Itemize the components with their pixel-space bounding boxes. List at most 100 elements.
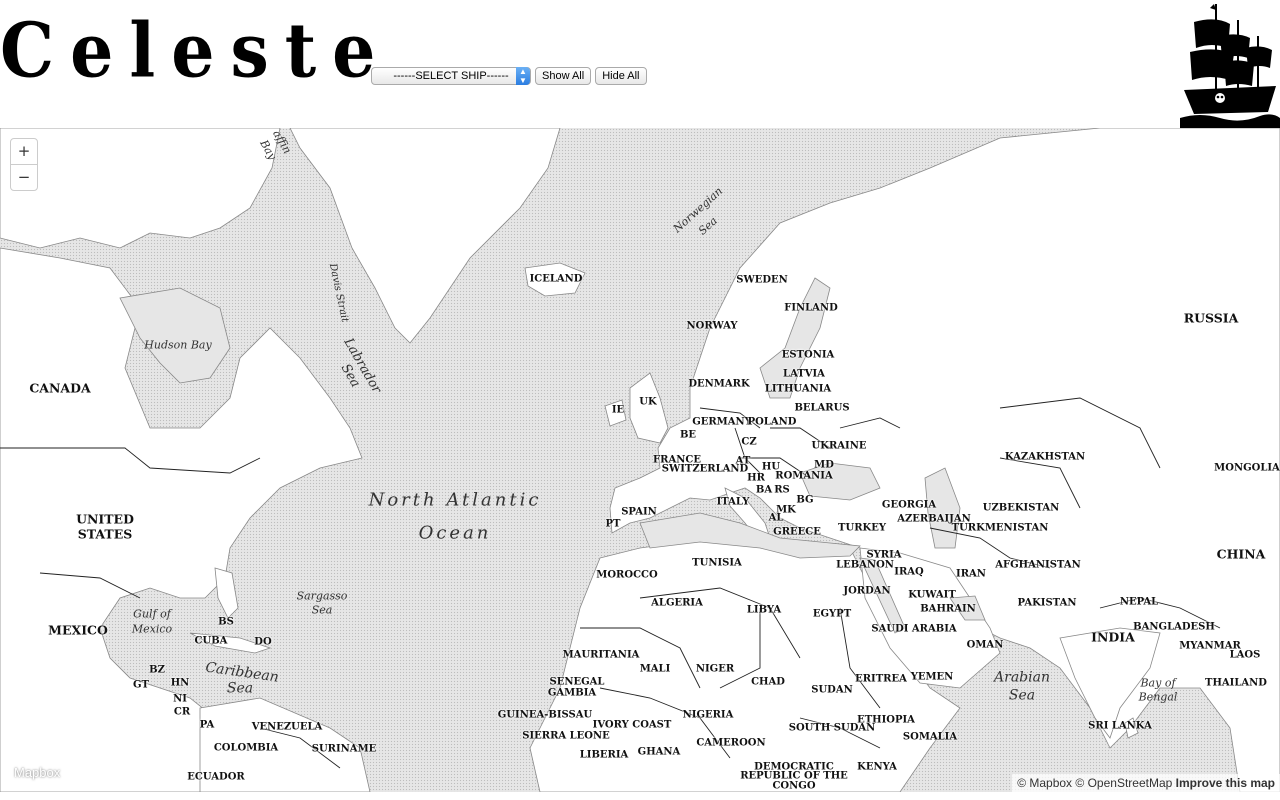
label-bay-of-bengal-1: Bay of: [1140, 676, 1176, 690]
label-kuwait: KUWAIT: [908, 589, 956, 601]
label-kazakhstan: KAZAKHSTAN: [1004, 451, 1086, 463]
label-denmark: DENMARK: [688, 378, 750, 390]
label-lebanon: LEBANON: [836, 559, 894, 571]
label-estonia: ESTONIA: [781, 349, 835, 361]
label-egypt: EGYPT: [812, 608, 852, 620]
label-sierra-leone: SIERRA LEONE: [522, 730, 610, 742]
label-cr: CR: [173, 706, 191, 718]
label-gulf-of-mexico-1: Gulf of: [133, 607, 171, 621]
label-greece: GREECE: [773, 526, 821, 538]
label-jordan: JORDAN: [843, 585, 891, 597]
label-ghana: GHANA: [637, 746, 681, 758]
label-sudan: SUDAN: [811, 684, 853, 696]
label-hn: HN: [170, 677, 190, 689]
label-niger: NIGER: [695, 663, 735, 675]
label-morocco: MOROCCO: [596, 569, 658, 581]
ship-select-value: ------SELECT SHIP------: [393, 70, 509, 82]
label-lithuania: LITHUANIA: [764, 383, 832, 395]
label-georgia: GEORGIA: [881, 499, 937, 511]
select-arrows-icon: ▲ ▼: [516, 67, 530, 85]
label-venezuela: VENEZUELA: [251, 721, 323, 733]
label-united-states-2: STATES: [77, 526, 133, 542]
label-bz: BZ: [149, 664, 165, 676]
pirate-ship-icon: [1180, 4, 1280, 128]
label-yemen: YEMEN: [910, 671, 954, 683]
improve-map-link[interactable]: Improve this map: [1176, 776, 1275, 790]
label-sweden: SWEDEN: [736, 274, 788, 286]
label-mexico: MEXICO: [48, 622, 108, 638]
label-saudi-arabia: SAUDI ARABIA: [871, 623, 957, 635]
label-ba: BA: [755, 484, 773, 496]
label-gambia: GAMBIA: [547, 687, 597, 699]
label-liberia: LIBERIA: [579, 749, 629, 761]
zoom-in-button[interactable]: +: [11, 139, 37, 165]
label-algeria: ALGERIA: [651, 597, 703, 609]
label-mongolia: MONGOLIA: [1214, 462, 1280, 474]
osm-attribution-link[interactable]: © OpenStreetMap: [1075, 776, 1172, 790]
label-italy: ITALY: [716, 496, 750, 508]
label-china: CHINA: [1216, 546, 1266, 562]
label-turkey: TURKEY: [838, 522, 886, 534]
label-gulf-of-mexico-2: Mexico: [131, 622, 173, 636]
label-colombia: COLOMBIA: [213, 742, 279, 754]
ship-select[interactable]: ------SELECT SHIP------ ▲ ▼: [371, 67, 531, 85]
label-chad: CHAD: [751, 676, 785, 688]
label-thailand: THAILAND: [1205, 677, 1267, 689]
label-iran: IRAN: [956, 568, 986, 580]
label-bay-of-bengal-2: Bengal: [1138, 690, 1178, 704]
label-germany: GERMANY: [692, 416, 752, 428]
label-bs: BS: [218, 616, 234, 628]
mapbox-attribution-link[interactable]: © Mapbox: [1017, 776, 1072, 790]
zoom-control: + −: [10, 138, 38, 191]
label-arabian-sea-1: Arabian: [994, 669, 1050, 686]
label-ie: IE: [611, 404, 625, 416]
label-pa: PA: [199, 719, 215, 731]
label-arabian-sea-2: Sea: [1008, 687, 1036, 704]
label-laos: LAOS: [1229, 649, 1261, 661]
label-nigeria: NIGERIA: [682, 709, 734, 721]
land-layer: [0, 128, 1280, 792]
world-map[interactable]: + − affin Bay Norwegian Sea Davis Strait…: [0, 128, 1280, 792]
label-ivory-coast: IVORY COAST: [592, 719, 672, 731]
label-iraq: IRAQ: [894, 566, 924, 578]
label-mauritania: MAURITANIA: [562, 649, 640, 661]
label-romania: ROMANIA: [775, 470, 833, 482]
show-all-button[interactable]: Show All: [535, 67, 592, 85]
label-belarus: BELARUS: [794, 402, 850, 414]
label-senegal: SENEGAL: [549, 676, 605, 688]
label-bangladesh: BANGLADESH: [1133, 621, 1215, 633]
label-bg: BG: [796, 494, 814, 506]
label-mali: MALI: [639, 663, 671, 675]
label-sargasso-sea-1: Sargasso: [296, 589, 348, 603]
label-hudson-bay: Hudson Bay: [144, 338, 212, 352]
label-do: DO: [254, 636, 272, 648]
label-sri-lanka: SRI LANKA: [1088, 720, 1152, 732]
label-guinea-bissau: GUINEA-BISSAU: [497, 709, 593, 721]
label-latvia: LATVIA: [783, 368, 825, 380]
mapbox-logo[interactable]: Mapbox: [14, 765, 60, 780]
celeste-logo: Celeste: [0, 7, 392, 96]
label-drc-3: CONGO: [772, 780, 816, 792]
label-rs: RS: [774, 484, 790, 496]
label-canada: CANADA: [29, 380, 91, 396]
label-suriname: SURINAME: [311, 743, 377, 755]
label-uzbekistan: UZBEKISTAN: [982, 502, 1060, 514]
zoom-out-button[interactable]: −: [11, 165, 37, 190]
label-ecuador: ECUADOR: [187, 771, 245, 783]
label-md: MD: [814, 459, 834, 471]
label-cuba: CUBA: [194, 635, 228, 647]
hide-all-button[interactable]: Hide All: [595, 67, 647, 85]
label-india: INDIA: [1091, 629, 1135, 645]
label-afghanistan: AFGHANISTAN: [995, 559, 1081, 571]
label-south-sudan: SOUTH SUDAN: [788, 722, 876, 734]
ship-controls: ------SELECT SHIP------ ▲ ▼ Show All Hide…: [371, 67, 647, 85]
label-hr: HR: [747, 472, 765, 484]
label-caribbean-sea-2: Sea: [226, 680, 254, 697]
label-switzerland: SWITZERLAND: [661, 463, 749, 475]
label-finland: FINLAND: [784, 302, 838, 314]
label-gt: GT: [133, 679, 149, 691]
label-cz: CZ: [741, 436, 757, 448]
label-nepal: NEPAL: [1119, 596, 1159, 608]
label-united-states-1: UNITED: [76, 511, 134, 527]
label-iceland: ICELAND: [529, 273, 583, 285]
